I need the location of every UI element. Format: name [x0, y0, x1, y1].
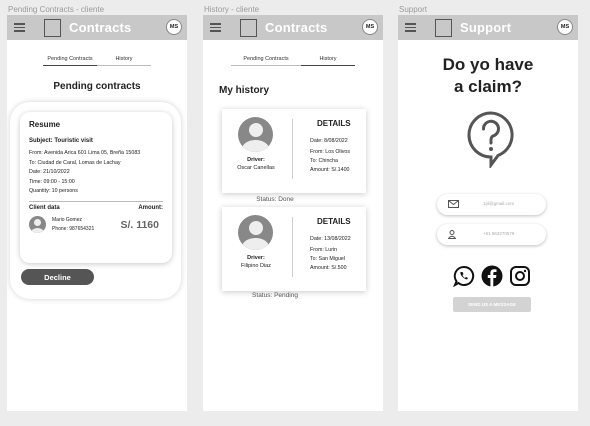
user-avatar-badge[interactable]: MS: [166, 19, 182, 35]
tab-history[interactable]: History: [301, 56, 355, 66]
tab-history[interactable]: History: [97, 56, 151, 66]
topbar-title: Support: [460, 20, 512, 35]
status-text: Status: Done: [256, 196, 294, 203]
frame-label-history: History - cliente: [204, 5, 260, 14]
email-field[interactable]: 1pl@gmail.com: [437, 194, 546, 215]
send-message-button[interactable]: SEND US A MESSAGE: [453, 297, 531, 312]
whatsapp-icon[interactable]: [453, 265, 475, 287]
detail-to: To: Chincha: [310, 158, 338, 164]
mail-icon: [448, 200, 459, 208]
top-bar: Contracts MS: [7, 15, 187, 40]
from-text: From: Avenida Arica 601 Lima 05, Breña 1…: [29, 150, 141, 156]
client-row: Mario Gomez Phone: 987654321 S/. 1160: [29, 216, 163, 234]
menu-icon[interactable]: [210, 23, 221, 32]
vertical-divider: [292, 217, 293, 277]
email-placeholder: 1pl@gmail.com: [483, 201, 515, 206]
date-text: Date: 21/10/2022: [29, 169, 70, 175]
driver-name: Filipino Diaz: [241, 263, 271, 269]
driver-label: Driver:: [247, 157, 265, 163]
top-bar: Support MS: [398, 15, 578, 40]
tab-bar: Pending Contracts History: [203, 56, 383, 66]
driver-label: Driver:: [247, 255, 265, 261]
history-card[interactable]: Driver: Filipino Diaz DETAILS Date: 13/0…: [222, 207, 366, 291]
page-title: Pending contracts: [53, 81, 141, 92]
menu-icon[interactable]: [14, 23, 25, 32]
details-heading: DETAILS: [317, 119, 351, 128]
detail-date: Date: 8/08/2022: [310, 138, 348, 144]
details-heading: DETAILS: [317, 217, 351, 226]
detail-amount: Amount: S/.500: [310, 265, 347, 271]
subject-text: Subject: Touristic visit: [29, 138, 93, 144]
social-links: [453, 265, 531, 287]
client-phone: Phone: 987654321: [52, 225, 95, 232]
topbar-title: Contracts: [69, 20, 132, 35]
top-bar: Contracts MS: [203, 15, 383, 40]
user-avatar-badge[interactable]: MS: [557, 19, 573, 35]
user-avatar-badge[interactable]: MS: [362, 19, 378, 35]
client-amount-header: Client data Amount:: [29, 205, 163, 211]
detail-to: To: San Miguel: [310, 256, 346, 262]
user-icon: [448, 230, 456, 239]
vertical-divider: [292, 119, 293, 179]
facebook-icon[interactable]: [481, 265, 503, 287]
phone-placeholder: +51 963270579: [483, 231, 515, 236]
status-text: Status: Pending: [252, 292, 298, 299]
quantity-text: Quantity: 10 persons: [29, 188, 78, 194]
claim-heading-line1: Do yo have: [442, 55, 534, 74]
page-title: My history: [219, 85, 270, 96]
detail-from: From: Los Olivos: [310, 149, 351, 155]
detail-amount: Amount: S/.1400: [310, 167, 350, 173]
client-info: Mario Gomez Phone: 987654321: [52, 216, 94, 234]
driver-avatar-icon: [238, 117, 273, 152]
history-screen: Contracts MS Pending Contracts History M…: [203, 15, 383, 411]
driver-name: Oscar Canellas: [237, 165, 275, 171]
topbar-title: Contracts: [265, 20, 328, 35]
frame-label-support: Support: [399, 5, 428, 14]
claim-heading: Do yo have a claim?: [398, 54, 578, 98]
client-data-label: Client data: [29, 204, 60, 211]
tab-pending-contracts[interactable]: Pending Contracts: [231, 56, 301, 66]
instagram-icon[interactable]: [509, 265, 531, 287]
support-screen: Support MS Do yo have a claim? 1pl@gmail…: [398, 15, 578, 411]
client-avatar-icon: [29, 216, 46, 233]
time-text: Time: 09:00 - 15:00: [29, 178, 75, 185]
client-name: Mario Gomez: [52, 216, 83, 223]
detail-from: From: Lurin: [310, 247, 338, 253]
to-text: To: Ciudad de Caral, Lomas de Lachay: [29, 159, 121, 166]
resume-card: Resume Subject: Touristic visit From: Av…: [20, 112, 172, 263]
resume-title: Resume: [29, 120, 61, 129]
logo-placeholder: [240, 18, 257, 37]
driver-avatar-icon: [238, 215, 273, 250]
frame-label-pending: Pending Contracts - cliente: [8, 5, 105, 14]
phone-field[interactable]: +51 963270579: [437, 224, 546, 245]
decline-button[interactable]: Decline: [21, 269, 94, 285]
history-card[interactable]: Driver: Oscar Canellas DETAILS Date: 8/0…: [222, 109, 366, 193]
question-bubble-icon: [467, 111, 514, 168]
amount-label: Amount:: [138, 204, 163, 211]
tab-pending-contracts[interactable]: Pending Contracts: [43, 56, 97, 66]
tab-bar: Pending Contracts History: [7, 56, 187, 66]
amount-value: S/. 1160: [120, 218, 159, 231]
detail-date: Date: 13/08/2022: [310, 236, 351, 242]
divider: [29, 200, 163, 202]
claim-heading-line2: a claim?: [453, 77, 523, 96]
menu-icon[interactable]: [405, 23, 416, 32]
logo-placeholder: [435, 18, 452, 37]
pending-contracts-screen: Contracts MS Pending Contracts History P…: [7, 15, 187, 411]
logo-placeholder: [44, 18, 61, 37]
